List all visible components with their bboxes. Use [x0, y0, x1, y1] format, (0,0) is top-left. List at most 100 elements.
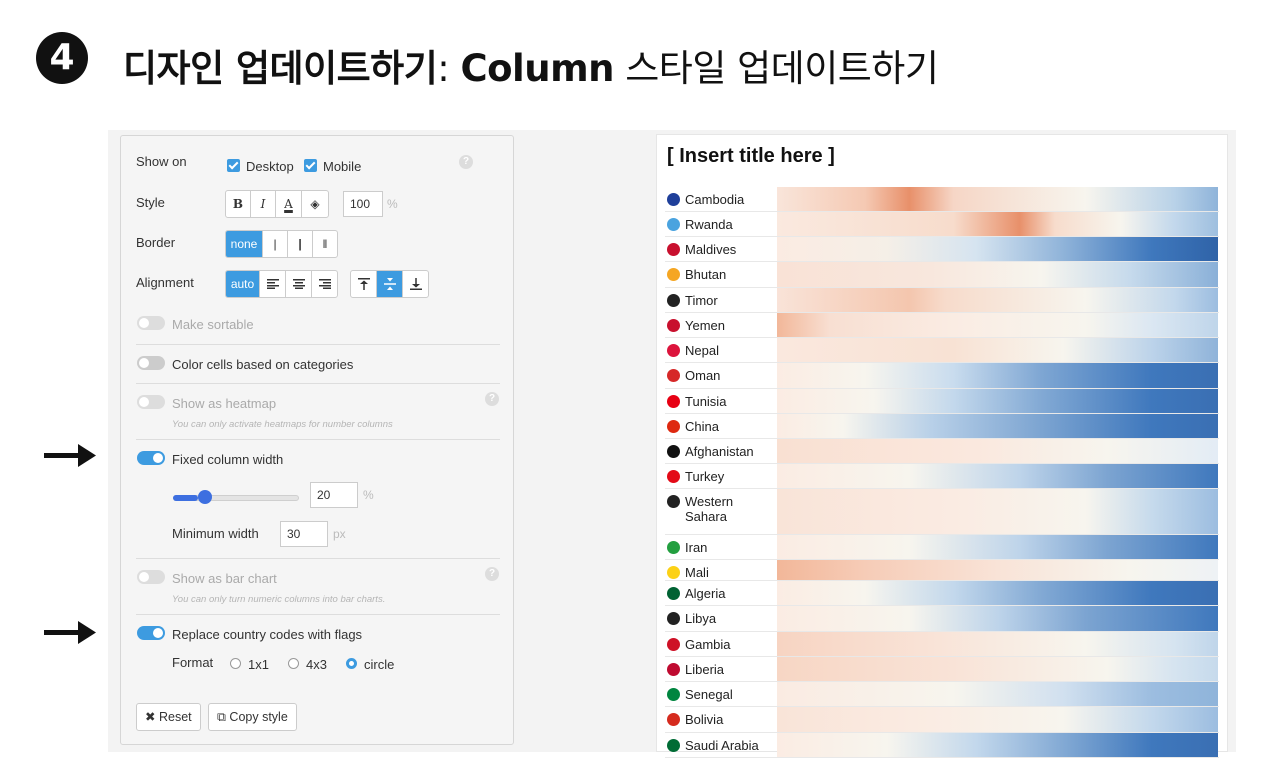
- country-flag-icon: [667, 268, 680, 281]
- align-left-button[interactable]: [260, 271, 286, 297]
- heatmap-cell: [777, 632, 1218, 656]
- italic-button[interactable]: I: [251, 191, 276, 217]
- country-name: Yemen: [685, 318, 725, 333]
- format-4x3-label: 4x3: [306, 657, 327, 672]
- table-preview: [ Insert title here ] Cambodia Rwanda Mald…: [656, 134, 1228, 758]
- reset-button[interactable]: ✖ Reset: [136, 703, 201, 731]
- title-korean-bold: 디자인 업데이트하기: [123, 47, 438, 90]
- fill-color-button[interactable]: ◈: [302, 191, 328, 217]
- country-flag-icon: [667, 218, 680, 231]
- table-row: Bolivia: [665, 707, 1219, 733]
- min-width-input[interactable]: 30: [280, 521, 328, 547]
- country-name: Afghanistan: [685, 444, 754, 459]
- copy-icon: ⧉: [217, 710, 226, 724]
- heatmap-cell: [777, 707, 1218, 732]
- divider: [136, 614, 500, 615]
- heatmap-cell: [777, 535, 1218, 559]
- fixed-width-toggle[interactable]: [137, 451, 165, 465]
- divider: [136, 558, 500, 559]
- help-icon[interactable]: ?: [459, 155, 473, 169]
- heatmap-hint: You can only activate heatmaps for numbe…: [172, 419, 393, 430]
- bar-chart-toggle[interactable]: [137, 570, 165, 584]
- show-heatmap-toggle[interactable]: [137, 395, 165, 409]
- country-flag-icon: [667, 319, 680, 332]
- table-row: Liberia: [665, 657, 1219, 682]
- format-circle-label: circle: [364, 657, 395, 672]
- desktop-checkbox[interactable]: [227, 159, 240, 172]
- step-number-badge: 4: [36, 32, 88, 84]
- heatmap-cell: [777, 237, 1218, 261]
- color-cells-toggle[interactable]: [137, 356, 165, 370]
- align-bottom-icon: [409, 278, 422, 290]
- border-left-button[interactable]: |: [263, 231, 288, 257]
- width-input[interactable]: 20: [310, 482, 358, 508]
- align-right-button[interactable]: [312, 271, 337, 297]
- alignment-label: Alignment: [136, 275, 194, 290]
- format-circle-radio[interactable]: [346, 658, 357, 669]
- format-1x1-radio[interactable]: [230, 658, 241, 669]
- min-width-unit: px: [333, 527, 346, 541]
- border-double-button[interactable]: ‖: [313, 231, 337, 257]
- border-thick-button[interactable]: |: [288, 231, 313, 257]
- column-style-panel: Show on Desktop Mobile ? Style B I A ◈ 1…: [120, 135, 514, 745]
- country-name: Cambodia: [685, 192, 745, 207]
- table-row: Nepal: [665, 338, 1219, 363]
- table-row: Saudi Arabia: [665, 733, 1219, 758]
- border-none-button[interactable]: none: [226, 231, 263, 257]
- mobile-checkbox[interactable]: [304, 159, 317, 172]
- table-row: Senegal: [665, 682, 1219, 707]
- heatmap-cell: [777, 560, 1218, 580]
- heatmap-cell: [777, 489, 1218, 534]
- country-flag-icon: [667, 566, 680, 579]
- divider: [136, 383, 500, 384]
- country-flag-icon: [667, 344, 680, 357]
- title-korean-rest: 스타일 업데이트하기: [625, 47, 939, 90]
- country-flag-icon: [667, 688, 680, 701]
- title-colon: :: [437, 47, 450, 90]
- title-column-word: Column: [460, 47, 614, 90]
- table-row: China: [665, 414, 1219, 439]
- desktop-label: Desktop: [246, 159, 294, 174]
- heatmap-cell: [777, 389, 1218, 413]
- country-name: Saudi Arabia: [685, 738, 759, 753]
- align-center-icon: [292, 279, 305, 289]
- width-unit: %: [363, 488, 374, 502]
- country-name: Turkey: [685, 469, 725, 484]
- align-auto-button[interactable]: auto: [226, 271, 260, 297]
- align-top-button[interactable]: [351, 271, 377, 297]
- country-name: Nepal: [685, 343, 719, 358]
- align-center-button[interactable]: [286, 271, 312, 297]
- heatmap-cell: [777, 338, 1218, 362]
- arrow-right-icon: [44, 621, 96, 644]
- font-size-unit: %: [387, 197, 398, 211]
- country-name: Rwanda: [685, 217, 733, 232]
- help-icon[interactable]: ?: [485, 392, 499, 406]
- country-name: Mali: [685, 565, 709, 580]
- heatmap-cell: [777, 682, 1218, 706]
- country-flag-icon: [667, 587, 680, 600]
- align-right-icon: [318, 279, 331, 289]
- width-slider-thumb[interactable]: [198, 490, 212, 504]
- heatmap-cell: [777, 464, 1218, 488]
- make-sortable-toggle[interactable]: [137, 316, 165, 330]
- table-row: Iran: [665, 535, 1219, 560]
- border-button-group: none | | ‖: [225, 230, 338, 258]
- country-name: Senegal: [685, 687, 733, 702]
- table-row: Western Sahara: [665, 489, 1219, 535]
- heatmap-cell: [777, 606, 1218, 631]
- page-title: 디자인 업데이트하기: Column 스타일 업데이트하기: [123, 38, 939, 92]
- align-middle-button[interactable]: [377, 271, 403, 297]
- bold-button[interactable]: B: [226, 191, 251, 217]
- show-heatmap-label: Show as heatmap: [172, 396, 277, 411]
- align-top-icon: [357, 278, 370, 290]
- format-4x3-radio[interactable]: [288, 658, 299, 669]
- country-flag-icon: [667, 612, 680, 625]
- copy-style-button[interactable]: ⧉ Copy style: [208, 703, 297, 731]
- divider: [136, 344, 500, 345]
- replace-flags-toggle[interactable]: [137, 626, 165, 640]
- table-row: Cambodia: [665, 187, 1219, 212]
- align-bottom-button[interactable]: [403, 271, 428, 297]
- font-size-input[interactable]: 100: [343, 191, 383, 217]
- text-color-button[interactable]: A: [276, 191, 302, 217]
- help-icon[interactable]: ?: [485, 567, 499, 581]
